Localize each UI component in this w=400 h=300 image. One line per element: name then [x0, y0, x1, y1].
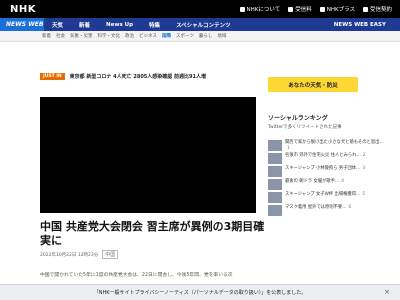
top-link-label: NHKについて	[246, 7, 281, 13]
category-science-culture[interactable]: 科学・文化	[98, 33, 121, 39]
privacy-notice-banner: 「NHK一般サイトプライバシーノーティス（パーソナルデータの取り扱い）」を公表し…	[0, 284, 400, 300]
ranking-text: 最後の 朝ドラ 女優が歌手… 4	[285, 179, 344, 185]
category-society[interactable]: 社会	[56, 33, 65, 39]
category-politics[interactable]: 政治	[125, 33, 134, 39]
nav-item-special[interactable]: スペシャルコンテンツ	[168, 18, 239, 31]
top-links: NHKについて 受信料 NHKプラス 受信契約	[239, 5, 400, 13]
link-square-icon	[319, 6, 325, 12]
ranking-number: 1	[287, 145, 290, 151]
top-link-label: 受信料	[295, 7, 312, 13]
ranking-number: 5	[362, 192, 366, 198]
category-region[interactable]: 地域	[217, 33, 226, 39]
ranking-thumbnail	[268, 140, 282, 151]
ranking-thumbnail	[268, 205, 282, 217]
top-link-fee[interactable]: 受信料	[288, 5, 312, 13]
ranking-number: 4	[341, 179, 345, 185]
ranking-item[interactable]: 関西で家から脱け出た小さな犬と猿もそのと思出…1	[268, 140, 388, 151]
page: NHK NHKについて 受信料 NHKプラス 受信契約 NEWS WEB 天気 …	[0, 0, 400, 300]
top-link-label: NHKプラス	[326, 7, 355, 13]
main-nav: NEWS WEB 天気 新着 News Up 特集 スペシャルコンテンツ NEW…	[0, 18, 400, 31]
category-latest[interactable]: 新着	[42, 33, 51, 39]
top-link-about[interactable]: NHKについて	[239, 5, 281, 13]
ranking-title: 名張市 郊外で住宅火災 住人とみられ…	[285, 153, 361, 159]
ranking-item[interactable]: スキージャンプ 小林陵侑ら 男子団体… 3	[268, 166, 388, 178]
ranking-number: 3	[362, 166, 366, 172]
category-weather-disaster[interactable]: 気象・災害	[70, 33, 93, 39]
nav-item-feature[interactable]: 特集	[141, 18, 168, 31]
nav-item-weather[interactable]: 天気	[44, 18, 71, 31]
ranking-title: スキージャンプ 小林陵侑ら 男子団体…	[285, 166, 361, 172]
nhk-logo[interactable]: NHK	[10, 4, 36, 15]
ranking-text: 名張市 郊外で住宅火災 住人とみられ… 2	[285, 153, 366, 159]
article-meta: 2022年10月22日 12時23分 中国	[40, 250, 119, 259]
category-life[interactable]: 暮らし	[199, 33, 213, 39]
ranking-number: 6	[348, 205, 352, 211]
ranking-item[interactable]: 最後の 朝ドラ 女優が歌手… 4	[268, 179, 388, 191]
topic-tag[interactable]: 中国	[102, 250, 119, 259]
ranking-number: 2	[362, 153, 366, 159]
category-bar: 新着 社会 気象・災害 科学・文化 政治 ビジネス 国際 スポーツ 暮らし 地域	[0, 31, 400, 42]
article-date: 2022年10月22日 12時23分	[40, 252, 99, 258]
ranking-title: 最後の 朝ドラ 女優が歌手…	[285, 179, 340, 185]
top-link-contract[interactable]: 受信契約	[362, 5, 392, 13]
category-sports[interactable]: スポーツ	[176, 33, 194, 39]
ranking-text: 関西で家から脱け出た小さな犬と猿もそのと思出…1	[285, 140, 388, 151]
ranking-thumbnail	[268, 166, 282, 178]
category-business[interactable]: ビジネス	[139, 33, 157, 39]
ranking-thumbnail	[268, 179, 282, 191]
article-headline: 中国 共産党大会閉会 習主席が異例の3期目確実に	[40, 220, 265, 247]
just-in-badge: JUST IN	[40, 73, 65, 80]
ranking-thumbnail	[268, 153, 282, 165]
top-bar: NHK NHKについて 受信料 NHKプラス 受信契約	[0, 0, 400, 18]
breaking-news[interactable]: JUST IN 東京都 新型コロナ 4人死亡 2805人感染確認 前週比91人増	[40, 73, 206, 80]
ranking-text: スキージャンプ 小林陵侑ら 男子団体… 3	[285, 166, 365, 172]
link-square-icon	[362, 6, 368, 12]
top-link-plus[interactable]: NHKプラス	[319, 5, 355, 13]
category-international[interactable]: 国際	[162, 33, 171, 39]
ranking-title: 関西で家から脱け出た小さな犬と猿もそのと思出…	[285, 140, 384, 145]
close-icon[interactable]: ×	[384, 288, 390, 296]
link-square-icon	[239, 6, 245, 12]
nav-item-news-up[interactable]: News Up	[98, 18, 141, 31]
ranking-item[interactable]: マスク着用 屋外では原則不要… 6	[268, 205, 388, 217]
ranking-text: マスク着用 屋外では原則不要… 6	[285, 205, 351, 211]
ranking-title: マスク着用 屋外では原則不要…	[285, 205, 347, 211]
video-player[interactable]	[40, 97, 256, 213]
social-ranking-title: ソーシャルランキング	[268, 115, 328, 122]
article-body-preview: 中国で開かれていた5年に1度の共産党大会は、22日に閉会し、今後5年間、党を率い…	[40, 273, 233, 278]
privacy-notice-text[interactable]: 「NHK一般サイトプライバシーノーティス（パーソナルデータの取り扱い）」を公表し…	[94, 289, 307, 296]
breaking-news-text[interactable]: 東京都 新型コロナ 4人死亡 2805人感染確認 前週比91人増	[70, 73, 206, 80]
top-link-label: 受信契約	[369, 7, 392, 13]
link-square-icon	[288, 6, 294, 12]
ranking-item[interactable]: スキージャンプ 女子W杯 出場権獲得… 5	[268, 192, 388, 204]
ranking-item[interactable]: 名張市 郊外で住宅火災 住人とみられ… 2	[268, 153, 388, 165]
weather-ad-banner[interactable]: あなたの天気・防災	[268, 77, 358, 92]
ranking-title: スキージャンプ 女子W杯 出場権獲得…	[285, 192, 361, 198]
social-ranking-list: 関西で家から脱け出た小さな犬と猿もそのと思出…1 名張市 郊外で住宅火災 住人と…	[268, 140, 388, 218]
nav-item-news-web-easy[interactable]: NEWS WEB EASY	[326, 18, 394, 31]
social-ranking-subtitle: Twitterで多くリツイートされた記事	[268, 125, 342, 130]
ad-banner-text: あなたの天気・防災	[288, 82, 338, 89]
ranking-thumbnail	[268, 192, 282, 204]
news-web-brand[interactable]: NEWS WEB	[0, 18, 44, 31]
ranking-text: スキージャンプ 女子W杯 出場権獲得… 5	[285, 192, 365, 198]
nav-item-latest[interactable]: 新着	[71, 18, 98, 31]
